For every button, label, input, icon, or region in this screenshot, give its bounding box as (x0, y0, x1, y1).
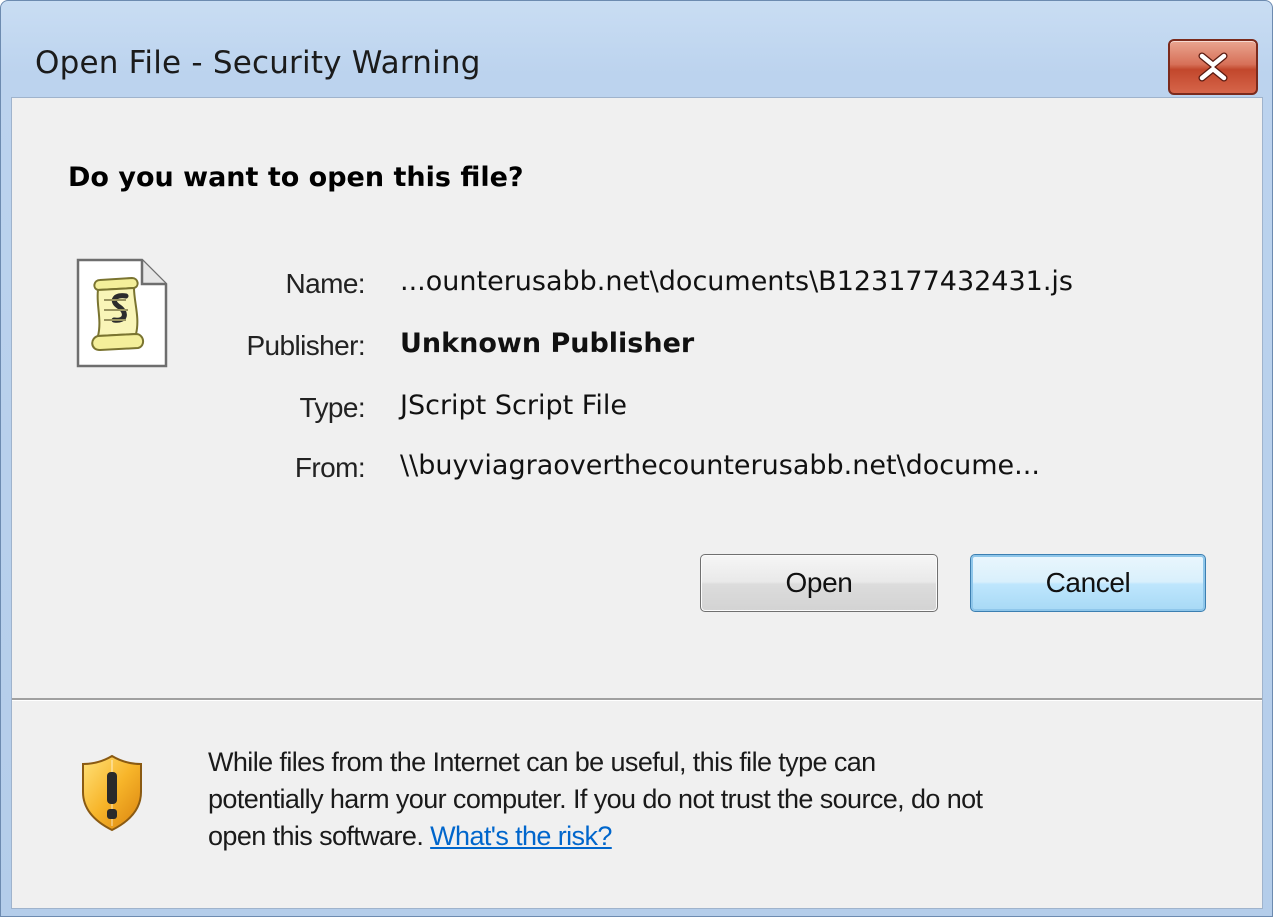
security-warning-window: Open File - Security Warning Do you want… (0, 0, 1273, 917)
publisher-value: Unknown Publisher (400, 328, 695, 359)
close-icon (1198, 52, 1228, 82)
name-label: Name: (285, 268, 366, 299)
open-button[interactable]: Open (700, 554, 938, 612)
divider (12, 698, 1262, 701)
warning-message: While files from the Internet can be use… (208, 744, 1238, 855)
from-label: From: (294, 452, 366, 483)
warning-shield-icon (82, 754, 142, 832)
title-bar[interactable]: Open File - Security Warning (1, 1, 1272, 97)
window-title: Open File - Security Warning (35, 45, 481, 81)
dialog-body: Do you want to open this file? Name: ...… (11, 97, 1263, 909)
publisher-label: Publisher: (246, 330, 365, 361)
warning-line-2: potentially harm your computer. If you d… (208, 784, 983, 814)
cancel-button[interactable]: Cancel (970, 554, 1206, 612)
from-value: \\buyviagraoverthecounterusabb.net\docum… (400, 450, 1040, 481)
type-value: JScript Script File (400, 390, 627, 421)
whats-the-risk-link[interactable]: What's the risk? (430, 821, 612, 851)
name-value: ...ounterusabb.net\documents\B1231774324… (400, 266, 1073, 297)
close-button[interactable] (1168, 39, 1258, 95)
warning-line-3: open this software. (208, 821, 424, 851)
type-label: Type: (299, 392, 366, 423)
dialog-question: Do you want to open this file? (68, 162, 524, 193)
warning-line-1: While files from the Internet can be use… (208, 747, 876, 777)
